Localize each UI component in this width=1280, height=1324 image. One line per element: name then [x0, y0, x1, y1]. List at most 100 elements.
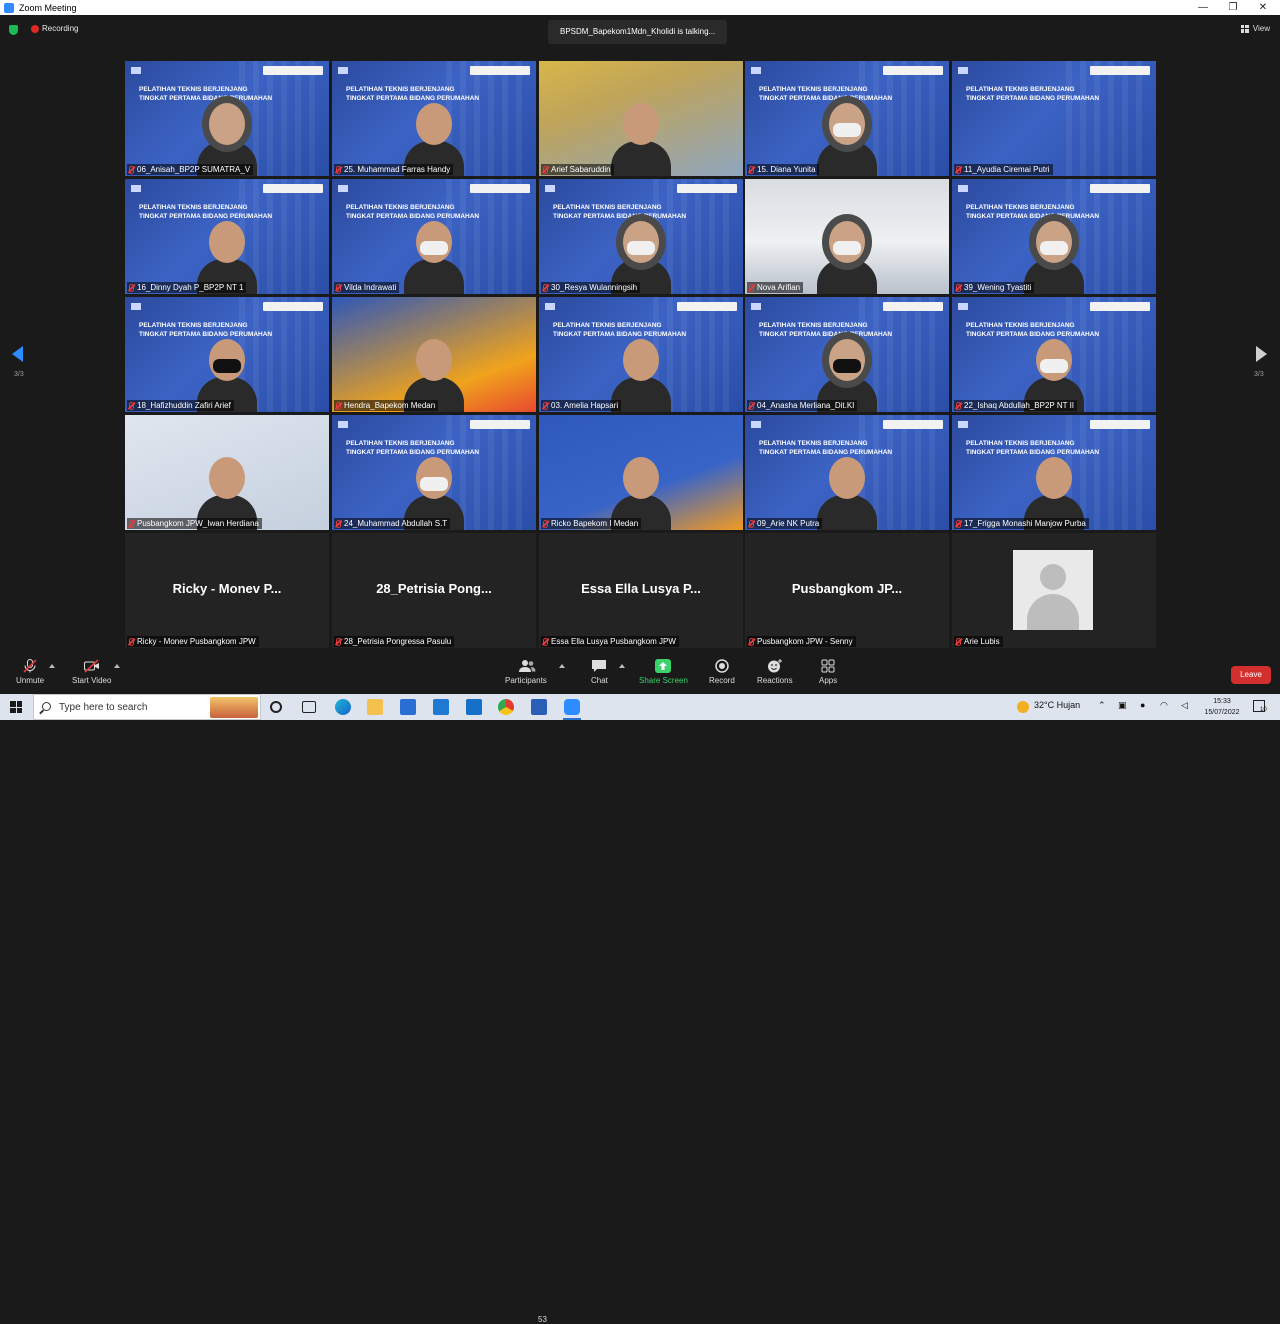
participant-face [623, 339, 659, 381]
weather-icon[interactable] [1017, 701, 1029, 713]
participant-tile[interactable]: PELATIHAN TEKNIS BERJENJANG TINGKAT PERTA… [332, 61, 536, 176]
microphone-icon[interactable]: ● [1140, 700, 1145, 710]
apps-button[interactable]: Apps [819, 659, 837, 685]
participant-tile[interactable]: 28_Petrisia Pong... 28_Petrisia Pongressa… [332, 533, 536, 648]
ministry-logo-icon [338, 421, 348, 428]
participants-label: Participants [505, 676, 547, 685]
muted-microphone-icon [129, 283, 134, 292]
muted-microphone-icon [543, 165, 548, 174]
participants-options-caret-icon[interactable] [559, 664, 565, 668]
participant-tile[interactable]: PELATIHAN TEKNIS BERJENJANG TINGKAT PERTA… [539, 297, 743, 412]
virtual-background-title: PELATIHAN TEKNIS BERJENJANG TINGKAT PERTA… [553, 321, 686, 339]
participant-tile[interactable]: PELATIHAN TEKNIS BERJENJANG TINGKAT PERTA… [745, 297, 949, 412]
chrome-icon[interactable] [498, 699, 514, 715]
windows-start-icon[interactable] [10, 701, 22, 713]
participant-tile[interactable]: Arie Lubis [952, 533, 1156, 648]
participant-tile[interactable]: PELATIHAN TEKNIS BERJENJANG TINGKAT PERTA… [539, 179, 743, 294]
word-icon[interactable] [531, 699, 547, 715]
cortana-icon[interactable] [270, 701, 282, 713]
taskbar-search-box[interactable]: Type here to search [33, 694, 261, 720]
chat-options-caret-icon[interactable] [619, 664, 625, 668]
participant-tile[interactable]: Essa Ella Lusya P... Essa Ella Lusya Pusb… [539, 533, 743, 648]
grid-view-icon [1240, 24, 1249, 33]
participant-tile[interactable]: Ricko Bapekom I Medan [539, 415, 743, 530]
taskbar-app-icon[interactable] [466, 699, 482, 715]
file-explorer-icon[interactable] [367, 699, 383, 715]
participant-tile[interactable]: PELATIHAN TEKNIS BERJENJANG TINGKAT PERTA… [952, 415, 1156, 530]
next-page-arrow-icon[interactable] [1256, 346, 1267, 362]
unmute-button[interactable]: Unmute [16, 659, 44, 685]
audio-options-caret-icon[interactable] [49, 664, 55, 668]
muted-microphone-icon [543, 519, 548, 528]
ministry-logo-icon [131, 303, 141, 310]
edge-browser-icon[interactable] [335, 699, 351, 715]
chat-button[interactable]: Chat [591, 659, 608, 685]
participant-tile[interactable]: Arief Sabaruddin [539, 61, 743, 176]
participant-display-name: Ricky - Monev P... [172, 581, 282, 596]
participant-name: 06_Anisah_BP2P SUMATRA_V [137, 165, 251, 174]
weather-readout[interactable]: 32°C Hujan [1034, 700, 1080, 710]
taskbar-clock[interactable]: 15:33 15/07/2022 [1200, 696, 1244, 718]
participant-tile[interactable]: PELATIHAN TEKNIS BERJENJANG TINGKAT PERTA… [125, 61, 329, 176]
window-title: Zoom Meeting [19, 2, 77, 13]
start-video-button[interactable]: Start Video [72, 659, 111, 685]
participant-tile[interactable]: PELATIHAN TEKNIS BERJENJANG TINGKAT PERTA… [125, 297, 329, 412]
ministry-logo-icon [751, 421, 761, 428]
participant-tile[interactable]: PELATIHAN TEKNIS BERJENJANG TINGKAT PERTA… [332, 415, 536, 530]
participant-name: 03. Amelia Hapsari [551, 401, 619, 410]
participant-tile[interactable]: Ricky - Monev P... Ricky - Monev Pusbangk… [125, 533, 329, 648]
participant-name-label: Nova Arifian [747, 282, 804, 293]
restore-button[interactable]: ❐ [1219, 0, 1247, 15]
reactions-button[interactable]: Reactions [757, 659, 793, 685]
participant-tile[interactable]: PELATIHAN TEKNIS BERJENJANG TINGKAT PERTA… [745, 61, 949, 176]
participant-video-feed [817, 457, 877, 530]
muted-microphone-icon [336, 519, 341, 528]
participant-tile[interactable]: PELATIHAN TEKNIS BERJENJANG TINGKAT PERTA… [745, 415, 949, 530]
chevron-up-icon[interactable]: ⌃ [1098, 700, 1106, 711]
ministry-logo-icon [131, 67, 141, 74]
participant-name-label: 28_Petrisia Pongressa Pasulu [334, 636, 455, 647]
participant-tile[interactable]: Pusbangkom JPW_Iwan Herdiana [125, 415, 329, 530]
background-title-line: TINGKAT PERTAMA BIDANG PERUMAHAN [553, 213, 687, 220]
windows-taskbar: Type here to search 32°C Hujan ⌃ ▣ ● ◠ ◁… [0, 694, 1280, 720]
participant-tile[interactable]: PELATIHAN TEKNIS BERJENJANG TINGKAT PERTA… [952, 297, 1156, 412]
wifi-icon[interactable]: ◠ [1160, 700, 1168, 711]
participant-tile[interactable]: Hendra_Bapekom Medan [332, 297, 536, 412]
mail-icon[interactable] [433, 699, 449, 715]
view-button[interactable]: View [1240, 24, 1270, 33]
record-button[interactable]: Record [709, 659, 735, 685]
minimize-button[interactable]: — [1189, 0, 1217, 15]
previous-page-arrow-icon[interactable] [12, 346, 23, 362]
participant-tile[interactable]: Pusbangkom JP... Pusbangkom JPW - Senny [745, 533, 949, 648]
task-view-icon[interactable] [302, 701, 316, 713]
event-logo-banner [263, 184, 323, 193]
ministry-logo-icon [338, 67, 348, 74]
participant-face [209, 457, 245, 499]
leave-button[interactable]: Leave [1231, 666, 1271, 684]
participant-tile[interactable]: PELATIHAN TEKNIS BERJENJANG TINGKAT PERTA… [332, 179, 536, 294]
close-button[interactable]: ✕ [1249, 0, 1277, 15]
muted-microphone-icon [956, 165, 961, 174]
event-logo-banner [263, 302, 323, 311]
participant-name-label: 16_Dinny Dyah P_BP2P NT 1 [127, 282, 247, 293]
participant-tile[interactable]: Nova Arifian [745, 179, 949, 294]
participants-count-badge: 53 [538, 1315, 547, 1324]
background-title-line: TINGKAT PERTAMA BIDANG PERUMAHAN [553, 331, 687, 338]
shield-icon[interactable] [9, 25, 18, 35]
participant-tile[interactable]: PELATIHAN TEKNIS BERJENJANG TINGKAT PERTA… [125, 179, 329, 294]
microsoft-store-icon[interactable] [400, 699, 416, 715]
network-icon[interactable]: ▣ [1118, 700, 1127, 711]
participant-tile[interactable]: PELATIHAN TEKNIS BERJENJANG TINGKAT PERTA… [952, 179, 1156, 294]
video-options-caret-icon[interactable] [114, 664, 120, 668]
participants-button[interactable]: Participants [505, 659, 547, 685]
virtual-background-title: PELATIHAN TEKNIS BERJENJANG TINGKAT PERTA… [759, 321, 892, 339]
speaker-icon[interactable]: ◁ [1181, 700, 1188, 711]
muted-microphone-icon [749, 401, 754, 410]
participant-name: 15. Diana Yunita [757, 165, 816, 174]
share-screen-button[interactable]: Share Screen [639, 659, 688, 685]
virtual-background-title: PELATIHAN TEKNIS BERJENJANG TINGKAT PERTA… [553, 203, 686, 221]
participant-tile[interactable]: PELATIHAN TEKNIS BERJENJANG TINGKAT PERTA… [952, 61, 1156, 176]
zoom-taskbar-icon[interactable] [564, 699, 580, 715]
face-mask [627, 241, 655, 255]
participant-name-label: 09_Arie NK Putra [747, 518, 823, 529]
